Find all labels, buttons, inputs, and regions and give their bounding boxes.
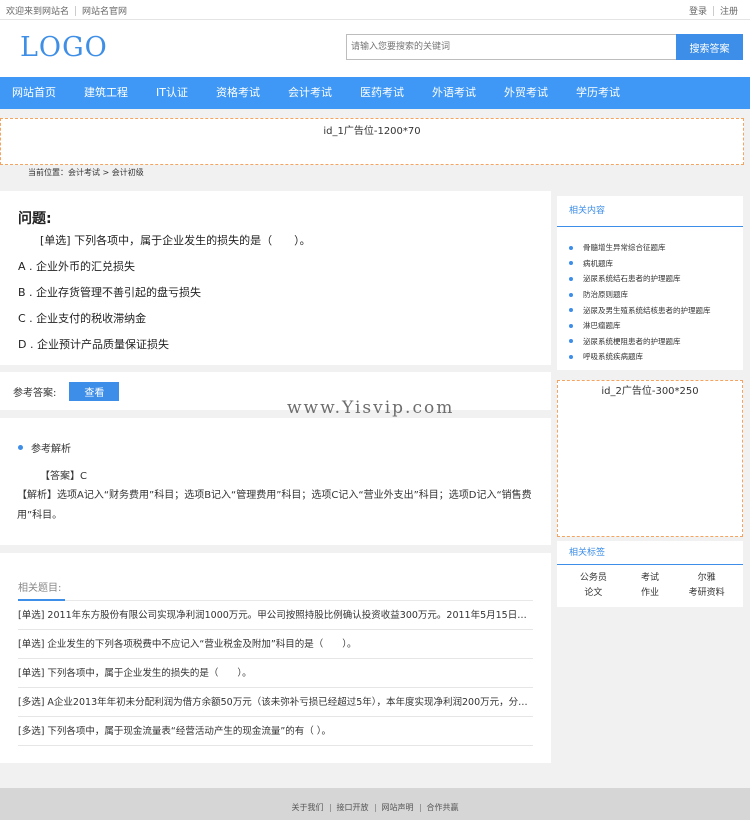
option-c: C . 企业支付的税收滞纳金 [18, 312, 147, 325]
side-related-item[interactable]: 泌尿系统梗阻患者的护理题库 [569, 334, 731, 350]
nav-item-degree[interactable]: 学历考试 [564, 77, 632, 109]
bullet-icon [569, 354, 573, 359]
side-related-item[interactable]: 病机题库 [569, 256, 731, 272]
related-question-item[interactable]: [多选] 下列各项中，属于现金流量表“经营活动产生的现金流量”的有（ ）。 [18, 717, 533, 746]
nav-item-language[interactable]: 外语考试 [420, 77, 488, 109]
tags-grid: 公务员 考试 尔雅 论文 作业 考研资料 [557, 565, 743, 598]
side-related-item[interactable]: 防治原则题库 [569, 287, 731, 303]
nav-item-qualification[interactable]: 资格考试 [204, 77, 272, 109]
watermark: www.Yisvip.com [287, 398, 455, 418]
ad-banner-top[interactable]: id_1广告位-1200*70 [0, 118, 744, 165]
bullet-icon [18, 445, 23, 450]
tag-link[interactable]: 作业 [622, 585, 679, 598]
question-stem: [单选] 下列各项中，属于企业发生的损失的是（ ）。 [40, 234, 311, 247]
bullet-icon [569, 245, 573, 250]
tags-heading: 相关标签 [557, 541, 743, 565]
search-bar: 搜索答案 [346, 34, 743, 60]
top-bar-right: 登录 注册 [689, 4, 738, 17]
register-link[interactable]: 注册 [720, 4, 738, 17]
nav-item-it-cert[interactable]: IT认证 [144, 77, 200, 109]
bullet-icon [569, 339, 573, 344]
analysis-panel: 参考解析 【答案】C 【解析】选项A记入“财务费用”科目；选项B记入“管理费用”… [0, 418, 551, 545]
side-related-panel: 相关内容 骨髓增生异常综合征题库 病机题库 泌尿系统结石患者的护理题库 防治原则… [557, 196, 743, 370]
tag-link[interactable]: 公务员 [565, 570, 622, 583]
site-header: LOGO 搜索答案 [0, 20, 750, 77]
welcome-link[interactable]: 欢迎来到网站名 [6, 4, 69, 17]
tag-link[interactable]: 论文 [565, 585, 622, 598]
tag-link[interactable]: 考试 [622, 570, 679, 583]
top-bar-left: 欢迎来到网站名 网站名官网 [6, 4, 127, 17]
side-related-item-label: 病机题库 [583, 258, 613, 268]
divider [712, 5, 714, 16]
related-question-item[interactable]: [多选] A企业2013年年初未分配利润为借方余额50万元（该未弥补亏损已经超过… [18, 688, 533, 717]
footer-link-about[interactable]: 关于我们 [292, 802, 324, 813]
bullet-icon [569, 261, 573, 266]
ad-banner-side[interactable]: id_2广告位-300*250 [557, 380, 743, 537]
breadcrumb: 当前位置：会计考试 > 会计初级 [28, 168, 144, 177]
side-related-item[interactable]: 泌尿及男生殖系统结核患者的护理题库 [569, 302, 731, 318]
search-button[interactable]: 搜索答案 [676, 34, 743, 60]
option-b: B . 企业存货管理不善引起的盘亏损失 [18, 286, 202, 299]
bullet-icon [569, 308, 573, 313]
side-related-item[interactable]: 呼吸系统疾病题库 [569, 349, 731, 365]
search-input[interactable] [346, 34, 676, 60]
side-related-item-label: 淋巴瘤题库 [583, 321, 621, 331]
site-logo[interactable]: LOGO [20, 32, 108, 63]
footer-link-statement[interactable]: 网站声明 [382, 802, 414, 813]
side-related-item-label: 泌尿系统结石患者的护理题库 [583, 274, 681, 284]
option-d: D . 企业预计产品质量保证损失 [18, 338, 169, 351]
related-questions-heading: 相关题目: [18, 579, 533, 601]
side-related-item[interactable]: 淋巴瘤题库 [569, 318, 731, 334]
top-bar: 欢迎来到网站名 网站名官网 登录 注册 [0, 0, 750, 20]
question-panel: 问题: [单选] 下列各项中，属于企业发生的损失的是（ ）。 A . 企业外币的… [0, 191, 551, 365]
related-questions-panel: 相关题目: [单选] 2011年东方股份有限公司实现净利润1000万元。甲公司按… [0, 553, 551, 763]
side-related-item-label: 泌尿及男生殖系统结核患者的护理题库 [583, 305, 711, 315]
nav-item-accounting[interactable]: 会计考试 [276, 77, 344, 109]
bullet-icon [569, 292, 573, 297]
option-a: A . 企业外币的汇兑损失 [18, 260, 136, 273]
footer-link-api[interactable]: 接口开放 [337, 802, 369, 813]
view-answer-button[interactable]: 查看 [69, 381, 120, 401]
tags-panel: 相关标签 公务员 考试 尔雅 论文 作业 考研资料 [557, 541, 743, 607]
main-nav: 网站首页 建筑工程 IT认证 资格考试 会计考试 医药考试 外语考试 外贸考试 … [0, 77, 750, 109]
analysis-heading-text: 参考解析 [31, 444, 71, 455]
side-related-item-label: 防治原则题库 [583, 290, 628, 300]
nav-item-construction[interactable]: 建筑工程 [72, 77, 140, 109]
side-related-heading: 相关内容 [557, 196, 743, 227]
related-question-item[interactable]: [单选] 企业发生的下列各项税费中不应记入“营业税金及附加”科目的是（ ）。 [18, 630, 533, 659]
nav-item-trade[interactable]: 外贸考试 [492, 77, 560, 109]
tag-link[interactable]: 尔雅 [678, 570, 735, 583]
analysis-text: 【解析】选项A记入“财务费用”科目；选项B记入“管理费用”科目；选项C记入“营业… [17, 490, 532, 521]
related-question-item[interactable]: [单选] 下列各项中，属于企业发生的损失的是（ ）。 [18, 659, 533, 688]
login-link[interactable]: 登录 [689, 4, 707, 17]
tag-link[interactable]: 考研资料 [678, 585, 735, 598]
analysis-heading: 参考解析 [18, 440, 533, 455]
answer-bar: 参考答案: 查看 [0, 372, 551, 410]
bullet-icon [569, 323, 573, 328]
divider [374, 803, 376, 812]
side-related-item[interactable]: 骨髓增生异常综合征题库 [569, 240, 731, 256]
side-related-item-label: 骨髓增生异常综合征题库 [583, 243, 666, 253]
analysis-answer: 【答案】C [40, 471, 87, 482]
nav-item-medical[interactable]: 医药考试 [348, 77, 416, 109]
divider [75, 5, 77, 16]
divider [419, 803, 421, 812]
footer-link-cooperation[interactable]: 合作共赢 [427, 802, 459, 813]
nav-item-home[interactable]: 网站首页 [0, 77, 68, 109]
side-related-list: 骨髓增生异常综合征题库 病机题库 泌尿系统结石患者的护理题库 防治原则题库 泌尿… [569, 240, 731, 365]
divider [329, 803, 331, 812]
bullet-icon [569, 276, 573, 281]
question-title: 问题: [18, 211, 52, 227]
footer-links: 关于我们 接口开放 网站声明 合作共赢 [0, 802, 750, 813]
site-footer: 关于我们 接口开放 网站声明 合作共赢 [0, 788, 750, 820]
side-related-item-label: 呼吸系统疾病题库 [583, 352, 643, 362]
answer-label: 参考答案: [13, 387, 57, 399]
related-question-item[interactable]: [单选] 2011年东方股份有限公司实现净利润1000万元。甲公司按照持股比例确… [18, 601, 533, 630]
side-related-item-label: 泌尿系统梗阻患者的护理题库 [583, 336, 681, 346]
official-site-link[interactable]: 网站名官网 [82, 4, 127, 17]
side-related-item[interactable]: 泌尿系统结石患者的护理题库 [569, 271, 731, 287]
